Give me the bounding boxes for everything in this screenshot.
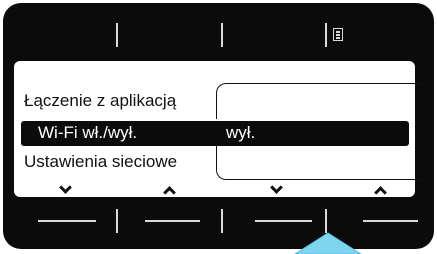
- menu-item-value: wył.: [226, 123, 256, 142]
- menu-frame-bottom: [216, 146, 426, 180]
- menu-item-label: Wi-Fi wł./wył.: [38, 123, 138, 142]
- menu-item-network-settings[interactable]: Ustawienia sieciowe: [24, 152, 177, 172]
- document-icon: [333, 28, 343, 41]
- menu-item-label: Ustawienia sieciowe: [24, 152, 178, 171]
- top-softkey-4[interactable]: [328, 14, 423, 54]
- bottom-softkey-2[interactable]: [145, 220, 200, 222]
- top-softkey-3[interactable]: [224, 14, 324, 54]
- menu-item-label: Łączenie z aplikacją: [24, 91, 177, 110]
- top-softkey-2[interactable]: [119, 14, 218, 54]
- top-divider-1: [116, 23, 118, 47]
- top-divider-2: [221, 23, 223, 47]
- menu-frame-top: [216, 83, 426, 119]
- menu-item-app-connect[interactable]: Łączenie z aplikacją: [24, 91, 176, 111]
- bottom-divider-1: [116, 209, 118, 233]
- top-divider-3: [325, 23, 327, 47]
- bottom-divider-2: [221, 209, 223, 233]
- menu-item-wifi[interactable]: Wi-Fi wł./wył. wył.: [21, 121, 409, 146]
- bottom-softkey-3[interactable]: [255, 220, 312, 222]
- bottom-softkey-4[interactable]: [363, 220, 418, 222]
- top-softkey-1[interactable]: [10, 14, 113, 54]
- pointer-arrow-icon: [294, 232, 362, 254]
- bottom-divider-3: [325, 209, 327, 233]
- bottom-softkey-1[interactable]: [38, 220, 96, 222]
